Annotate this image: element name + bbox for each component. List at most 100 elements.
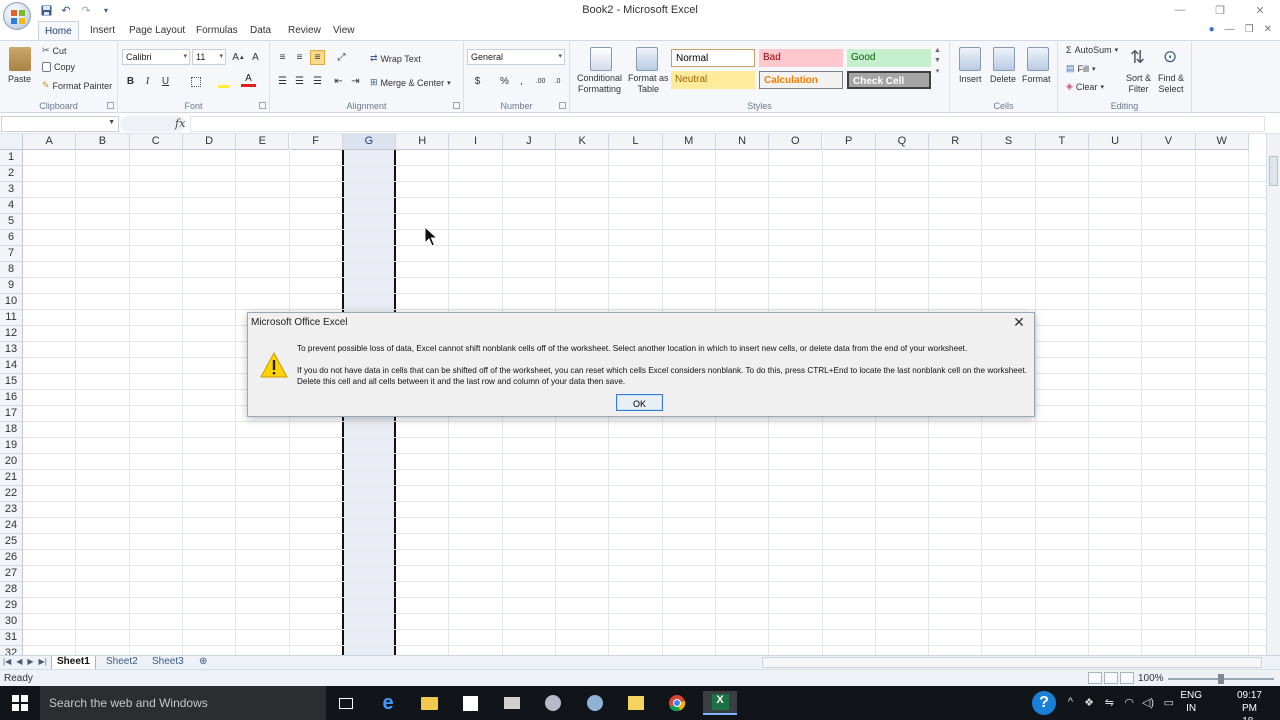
close-workbook-icon[interactable]: ✕ xyxy=(1264,24,1272,35)
delete-cells-icon[interactable] xyxy=(993,47,1015,71)
network-sync-icon[interactable]: ⇋ xyxy=(1105,696,1114,709)
language-indicator[interactable]: ENG IN xyxy=(1180,689,1202,715)
tray-overflow-icon[interactable]: ^ xyxy=(1068,696,1073,708)
row-header-29[interactable]: 29 xyxy=(0,598,23,614)
format-as-table-icon[interactable] xyxy=(636,47,658,71)
cut-button[interactable]: ✂ Cut xyxy=(42,45,67,56)
row-header-5[interactable]: 5 xyxy=(0,214,23,230)
conditional-formatting-icon[interactable] xyxy=(590,47,612,71)
row-header-32[interactable]: 32 xyxy=(0,646,23,655)
vertical-scroll-thumb[interactable] xyxy=(1269,156,1278,186)
store-icon[interactable] xyxy=(458,691,482,715)
decrease-indent-icon[interactable]: ⇤ xyxy=(331,74,346,89)
conditional-formatting-button[interactable]: Conditional Formatting xyxy=(577,73,622,95)
column-header-j[interactable]: J xyxy=(502,134,556,150)
comma-icon[interactable]: , xyxy=(514,74,529,89)
app-icon-2[interactable] xyxy=(583,691,607,715)
tab-page-layout[interactable]: Page Layout xyxy=(123,21,191,41)
format-as-table-button[interactable]: Format as Table xyxy=(628,73,669,95)
last-sheet-icon[interactable]: ▶| xyxy=(39,657,47,666)
style-bad[interactable]: Bad xyxy=(759,49,843,67)
column-header-r[interactable]: R xyxy=(929,134,983,150)
find-select-button[interactable]: Find & Select xyxy=(1158,73,1184,95)
merge-center-button[interactable]: ⊞ Merge & Center ▾ xyxy=(370,77,451,88)
align-center-icon[interactable]: ☰ xyxy=(292,74,307,89)
column-header-n[interactable]: N xyxy=(715,134,770,150)
column-header-a[interactable]: A xyxy=(23,134,77,150)
styles-gallery-scroll[interactable]: ▲ ▼ ▾ xyxy=(934,47,941,75)
row-header-24[interactable]: 24 xyxy=(0,518,23,534)
column-header-f[interactable]: F xyxy=(289,134,343,150)
close-icon[interactable]: ✕ xyxy=(1240,0,1280,20)
sheet-tab-sheet3[interactable]: Sheet3 xyxy=(147,656,189,669)
style-good[interactable]: Good xyxy=(847,49,931,67)
help-icon[interactable]: ● xyxy=(1209,24,1215,35)
sheet-tab-sheet1[interactable]: Sheet1 xyxy=(51,656,96,669)
tab-insert[interactable]: Insert xyxy=(84,21,121,41)
column-header-e[interactable]: E xyxy=(236,134,290,150)
row-header-12[interactable]: 12 xyxy=(0,326,23,342)
column-header-h[interactable]: H xyxy=(396,134,450,150)
shrink-font-icon[interactable]: A xyxy=(248,50,263,65)
orientation-icon[interactable]: ⤢ xyxy=(334,50,349,65)
column-header-t[interactable]: T xyxy=(1035,134,1089,150)
zoom-level[interactable]: 100% xyxy=(1138,673,1164,684)
insert-function-icon[interactable]: fx xyxy=(175,117,185,130)
sticky-notes-icon[interactable] xyxy=(624,691,648,715)
binoculars-icon[interactable]: ⊙ xyxy=(1163,47,1185,71)
row-header-22[interactable]: 22 xyxy=(0,486,23,502)
minimize-workbook-icon[interactable]: — xyxy=(1225,24,1235,35)
row-header-4[interactable]: 4 xyxy=(0,198,23,214)
row-header-27[interactable]: 27 xyxy=(0,566,23,582)
column-header-g[interactable]: G xyxy=(342,134,397,150)
formula-input[interactable] xyxy=(190,116,1265,132)
column-header-q[interactable]: Q xyxy=(875,134,930,150)
copy-button[interactable]: Copy xyxy=(42,62,75,72)
clock[interactable]: 09:17 PM18-08-2016 xyxy=(1237,689,1262,720)
format-cells-icon[interactable] xyxy=(1027,47,1049,71)
tab-review[interactable]: Review xyxy=(282,21,327,41)
insert-sheet-icon[interactable]: ⊕ xyxy=(194,656,212,669)
font-launcher-icon[interactable] xyxy=(259,102,266,109)
chevron-down-icon[interactable]: ▼ xyxy=(108,119,115,126)
vertical-scrollbar[interactable] xyxy=(1266,134,1280,655)
name-box[interactable]: ▼ xyxy=(1,116,119,132)
help-tray-icon[interactable]: ? xyxy=(1032,691,1056,715)
grow-font-icon[interactable]: A ▲ xyxy=(231,50,246,65)
office-button[interactable] xyxy=(3,2,31,30)
format-cells-button[interactable]: Format xyxy=(1022,74,1051,84)
wifi-icon[interactable]: ◠ xyxy=(1124,696,1134,709)
number-format-combo[interactable]: General ▾ xyxy=(467,49,565,65)
autosum-button[interactable]: Σ AutoSum ▾ xyxy=(1066,45,1118,55)
restore-icon[interactable]: ❐ xyxy=(1200,0,1240,20)
wrap-text-button[interactable]: ⇄ Wrap Text xyxy=(370,53,421,64)
first-sheet-icon[interactable]: |◀ xyxy=(3,657,11,666)
font-color-icon[interactable]: A xyxy=(241,72,256,87)
row-header-1[interactable]: 1 xyxy=(0,150,23,166)
row-header-23[interactable]: 23 xyxy=(0,502,23,518)
bold-button[interactable]: B xyxy=(123,74,138,89)
select-all-corner[interactable] xyxy=(0,134,23,150)
minimize-icon[interactable]: — xyxy=(1160,0,1200,20)
row-header-15[interactable]: 15 xyxy=(0,374,23,390)
italic-button[interactable]: I xyxy=(140,74,155,89)
underline-button[interactable]: U xyxy=(158,74,173,89)
row-header-20[interactable]: 20 xyxy=(0,454,23,470)
tab-formulas[interactable]: Formulas xyxy=(190,21,244,41)
row-header-25[interactable]: 25 xyxy=(0,534,23,550)
row-header-17[interactable]: 17 xyxy=(0,406,23,422)
decrease-decimal-icon[interactable]: .0 xyxy=(550,74,565,89)
column-header-b[interactable]: B xyxy=(76,134,130,150)
align-top-icon[interactable]: ≡ xyxy=(275,50,290,65)
prev-sheet-icon[interactable]: ◀ xyxy=(16,657,22,666)
fill-button[interactable]: ▤ Fill ▾ xyxy=(1066,63,1096,74)
task-view-icon[interactable] xyxy=(334,691,358,715)
borders-icon[interactable] xyxy=(188,74,203,89)
style-neutral[interactable]: Neutral xyxy=(671,71,755,89)
column-header-s[interactable]: S xyxy=(982,134,1036,150)
taskbar-search[interactable]: Search the web and Windows xyxy=(40,686,326,720)
style-calculation[interactable]: Calculation xyxy=(759,71,843,89)
increase-indent-icon[interactable]: ⇥ xyxy=(348,74,363,89)
row-header-18[interactable]: 18 xyxy=(0,422,23,438)
row-header-9[interactable]: 9 xyxy=(0,278,23,294)
